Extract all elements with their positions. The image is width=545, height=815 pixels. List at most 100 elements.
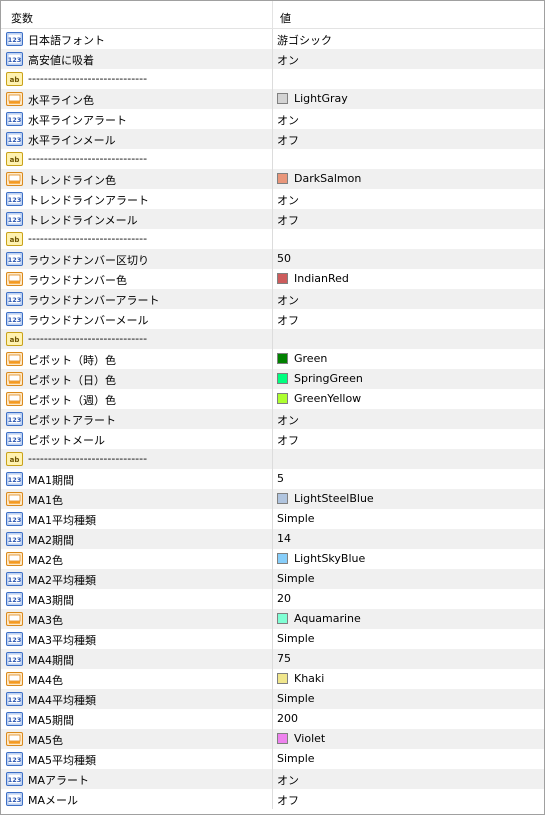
table-row[interactable]: 123 ラウンドナンバーメール オフ: [1, 309, 544, 329]
cell-divider: [272, 229, 273, 249]
table-row[interactable]: 123 MA2平均種類 Simple: [1, 569, 544, 589]
variable-value[interactable]: 50: [277, 252, 291, 265]
numeric-variable-icon: 123: [6, 472, 23, 486]
table-row[interactable]: 123 日本語フォント 游ゴシック: [1, 29, 544, 49]
variable-value[interactable]: 200: [277, 712, 298, 725]
table-row[interactable]: ab ------------------------------: [1, 69, 544, 89]
variable-name: MAメール: [28, 794, 79, 807]
table-row[interactable]: 123 MA3平均種類 Simple: [1, 629, 544, 649]
color-swatch: [277, 493, 288, 504]
table-row[interactable]: 123 水平ラインメール オフ: [1, 129, 544, 149]
table-row[interactable]: 123 水平ラインアラート オン: [1, 109, 544, 129]
table-row[interactable]: ab ------------------------------: [1, 449, 544, 469]
variable-value[interactable]: SpringGreen: [294, 372, 363, 385]
table-row[interactable]: 123 MA5平均種類 Simple: [1, 749, 544, 769]
variable-value[interactable]: Simple: [277, 692, 315, 705]
numeric-variable-icon: 123: [6, 512, 23, 526]
table-row[interactable]: 123 MA1期間 5: [1, 469, 544, 489]
table-row[interactable]: トレンドライン色 DarkSalmon: [1, 169, 544, 189]
color-swatch: [277, 733, 288, 744]
variable-value[interactable]: 14: [277, 532, 291, 545]
variable-value[interactable]: LightSteelBlue: [294, 492, 374, 505]
variable-value[interactable]: Simple: [277, 632, 315, 645]
table-row[interactable]: 123 ピボットアラート オン: [1, 409, 544, 429]
numeric-variable-icon: 123: [6, 712, 23, 726]
column-header-variable[interactable]: 変数: [11, 10, 33, 26]
variable-value[interactable]: オン: [277, 52, 299, 68]
cell-divider: [272, 709, 273, 729]
variable-value[interactable]: Aquamarine: [294, 612, 361, 625]
cell-divider: [272, 489, 273, 509]
column-header-value[interactable]: 値: [280, 10, 291, 26]
variable-value[interactable]: Simple: [277, 572, 315, 585]
variable-value[interactable]: オン: [277, 292, 299, 308]
table-row[interactable]: ab ------------------------------: [1, 229, 544, 249]
variable-value[interactable]: オフ: [277, 432, 299, 448]
variable-value[interactable]: 75: [277, 652, 291, 665]
variable-name: トレンドライン色: [28, 174, 116, 187]
variable-value[interactable]: オフ: [277, 132, 299, 148]
table-row[interactable]: ピボット（週）色 GreenYellow: [1, 389, 544, 409]
table-row[interactable]: 123 MA1平均種類 Simple: [1, 509, 544, 529]
variable-name: ピボットメール: [28, 434, 105, 447]
variable-value[interactable]: Simple: [277, 752, 315, 765]
variable-value[interactable]: 20: [277, 592, 291, 605]
svg-text:123: 123: [8, 516, 22, 524]
svg-text:123: 123: [8, 416, 22, 424]
table-row[interactable]: MA4色 Khaki: [1, 669, 544, 689]
table-row[interactable]: 123 トレンドラインメール オフ: [1, 209, 544, 229]
variable-value[interactable]: Khaki: [294, 672, 324, 685]
table-row[interactable]: MA2色 LightSkyBlue: [1, 549, 544, 569]
variable-name: ------------------------------: [28, 72, 148, 85]
numeric-variable-icon: 123: [6, 212, 23, 226]
variable-value[interactable]: オフ: [277, 312, 299, 328]
table-row[interactable]: 123 MAアラート オン: [1, 769, 544, 789]
variable-value[interactable]: オン: [277, 772, 299, 788]
variable-value[interactable]: Green: [294, 352, 327, 365]
svg-text:123: 123: [8, 756, 22, 764]
table-row[interactable]: 123 MAメール オフ: [1, 789, 544, 809]
svg-text:123: 123: [8, 596, 22, 604]
variable-value[interactable]: オン: [277, 112, 299, 128]
table-row[interactable]: 123 MA3期間 20: [1, 589, 544, 609]
numeric-variable-icon: 123: [6, 652, 23, 666]
svg-text:123: 123: [8, 136, 22, 144]
table-row[interactable]: MA3色 Aquamarine: [1, 609, 544, 629]
variable-value[interactable]: LightGray: [294, 92, 348, 105]
variable-value[interactable]: オン: [277, 412, 299, 428]
variable-value[interactable]: GreenYellow: [294, 392, 361, 405]
table-row[interactable]: 123 MA4平均種類 Simple: [1, 689, 544, 709]
table-row[interactable]: ab ------------------------------: [1, 149, 544, 169]
table-row[interactable]: ab ------------------------------: [1, 329, 544, 349]
variable-value[interactable]: IndianRed: [294, 272, 349, 285]
svg-text:ab: ab: [10, 336, 20, 344]
variable-value[interactable]: オフ: [277, 792, 299, 808]
table-row[interactable]: MA1色 LightSteelBlue: [1, 489, 544, 509]
column-divider[interactable]: [272, 1, 273, 28]
table-row[interactable]: ピボット（時）色 Green: [1, 349, 544, 369]
variable-value[interactable]: オフ: [277, 212, 299, 228]
table-row[interactable]: 123 ラウンドナンバー区切り 50: [1, 249, 544, 269]
table-row[interactable]: ピボット（日）色 SpringGreen: [1, 369, 544, 389]
table-row[interactable]: 123 ラウンドナンバーアラート オン: [1, 289, 544, 309]
table-row[interactable]: 123 トレンドラインアラート オン: [1, 189, 544, 209]
table-row[interactable]: 123 MA5期間 200: [1, 709, 544, 729]
variable-name: MA5期間: [28, 714, 75, 727]
table-row[interactable]: 123 ピボットメール オフ: [1, 429, 544, 449]
variable-value[interactable]: Simple: [277, 512, 315, 525]
variable-value[interactable]: 5: [277, 472, 284, 485]
variable-value[interactable]: 游ゴシック: [277, 32, 332, 48]
table-row[interactable]: 123 MA2期間 14: [1, 529, 544, 549]
table-row[interactable]: 水平ライン色 LightGray: [1, 89, 544, 109]
variable-value[interactable]: DarkSalmon: [294, 172, 361, 185]
variable-value[interactable]: オン: [277, 192, 299, 208]
table-row[interactable]: MA5色 Violet: [1, 729, 544, 749]
svg-text:123: 123: [8, 476, 22, 484]
variable-value[interactable]: Violet: [294, 732, 325, 745]
cell-divider: [272, 789, 273, 809]
table-row[interactable]: 123 高安値に吸着 オン: [1, 49, 544, 69]
variable-value[interactable]: LightSkyBlue: [294, 552, 365, 565]
cell-divider: [272, 389, 273, 409]
table-row[interactable]: 123 MA4期間 75: [1, 649, 544, 669]
table-row[interactable]: ラウンドナンバー色 IndianRed: [1, 269, 544, 289]
